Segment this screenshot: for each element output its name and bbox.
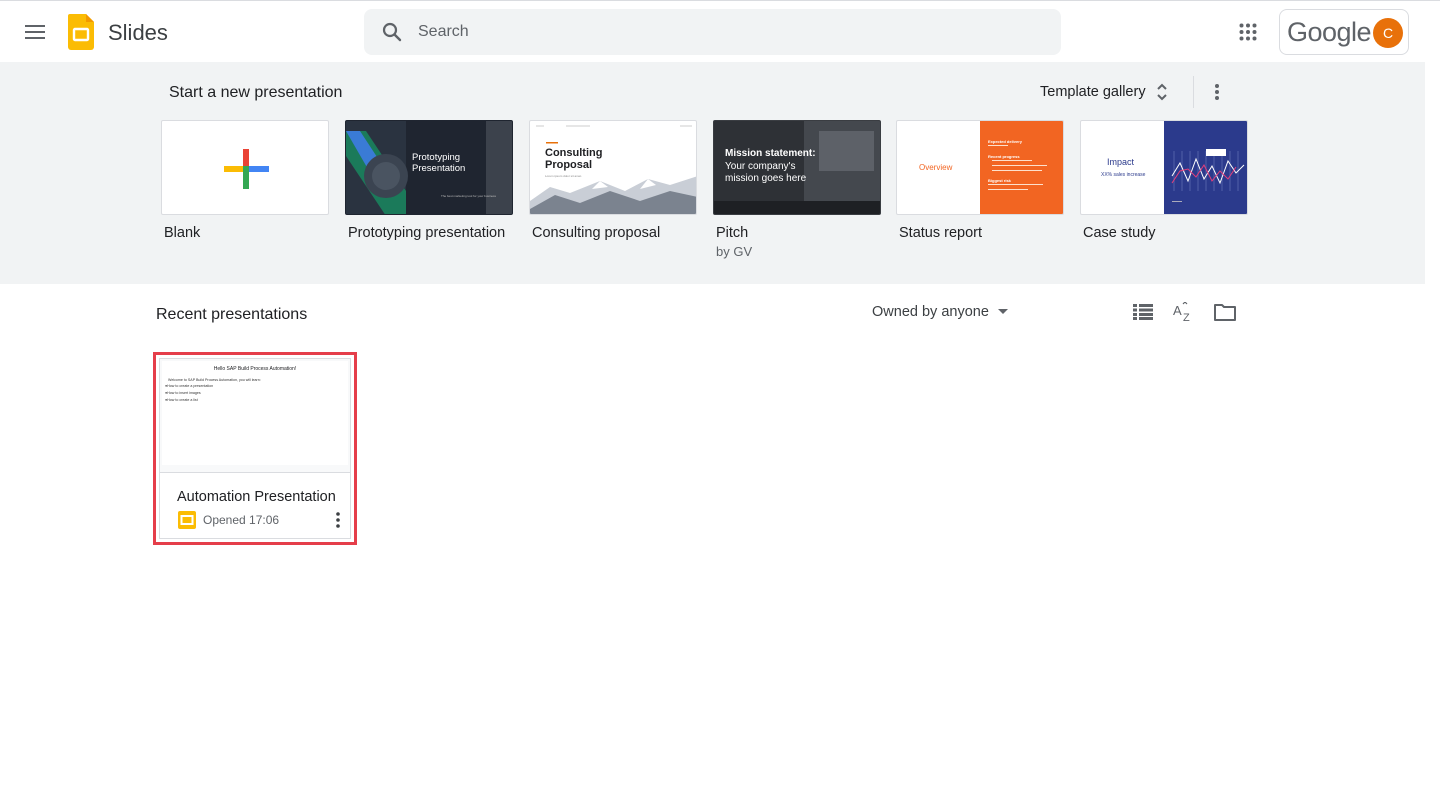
template-name: Pitch	[716, 225, 749, 241]
thumb-side-title: Expected delivery	[988, 139, 1023, 144]
placeholder-line	[988, 189, 1028, 190]
sort-button[interactable]: A Z	[1168, 296, 1200, 328]
dropdown-arrow-icon	[997, 309, 1008, 314]
thumb-caption: XX% sales increase	[1101, 172, 1146, 178]
template-name: Case study	[1083, 225, 1156, 241]
document-card-inner: Hello SAP Build Process Automation! Welc…	[159, 358, 351, 539]
svg-text:Z: Z	[1183, 312, 1190, 322]
plus-icon	[224, 149, 269, 189]
document-slide-preview: Hello SAP Build Process Automation! Welc…	[162, 361, 348, 465]
placeholder-line	[988, 184, 1043, 185]
document-opened-time: Opened 17:06	[203, 513, 280, 527]
placeholder-line	[992, 160, 1032, 161]
thumb-side-line: Biggest risk	[988, 178, 1011, 183]
thumb-title: Overview	[919, 163, 953, 172]
template-thumbnail[interactable]: Mission statement: Your company's missio…	[713, 120, 881, 215]
template-thumbnail[interactable]	[161, 120, 329, 215]
recent-document-card[interactable]: Hello SAP Build Process Automation! Welc…	[153, 352, 357, 545]
avatar[interactable]: C	[1373, 18, 1403, 48]
recent-section-title: Recent presentations	[156, 306, 308, 323]
template-name: Blank	[164, 225, 201, 241]
list-view-button[interactable]	[1127, 296, 1159, 328]
document-thumbnail[interactable]: Hello SAP Build Process Automation! Welc…	[160, 359, 350, 473]
hamburger-menu-icon	[25, 25, 45, 39]
svg-text:A: A	[1173, 303, 1182, 318]
placeholder-line	[988, 145, 1008, 146]
apps-grid-icon	[1239, 23, 1257, 41]
sort-by-alpha-icon: A Z	[1173, 302, 1190, 322]
slide-title: Hello SAP Build Process Automation!	[213, 366, 297, 372]
thumb-title: Consulting Proposal	[545, 147, 603, 171]
main-menu-button[interactable]	[18, 15, 52, 49]
placeholder-line	[992, 165, 1047, 166]
template-thumbnail[interactable]: Impact XX% sales increase	[1080, 120, 1248, 215]
thumb-title: Prototyping Presentation	[412, 152, 466, 174]
document-more-options-button[interactable]	[328, 509, 348, 531]
template-blank[interactable]: Blank	[161, 120, 329, 241]
list-view-icon	[1133, 304, 1153, 320]
orange-panel: Expected delivery Recent progress Bigges…	[980, 121, 1063, 214]
unfold-icon	[1156, 83, 1167, 101]
template-case-study[interactable]: Impact XX% sales increase Case study	[1080, 120, 1248, 241]
template-status-report[interactable]: Expected delivery Recent progress Bigges…	[896, 120, 1064, 241]
slides-file-icon	[178, 511, 196, 529]
google-wordmark: Google	[1287, 17, 1372, 47]
slide-intro: Welcome to SAP Build Process Automation,…	[168, 378, 261, 382]
template-thumbnail[interactable]: Expected delivery Recent progress Bigges…	[896, 120, 1064, 215]
search-icon[interactable]	[380, 20, 404, 44]
template-thumbnail[interactable]: Consulting Proposal Lorem ipsum dolor si…	[529, 120, 697, 215]
thumb-caption: The best marketing tool for your busines…	[441, 194, 497, 198]
template-thumbnail[interactable]: Prototyping Presentation The best market…	[345, 120, 513, 215]
slides-logo-icon[interactable]	[68, 14, 94, 50]
placeholder-line	[992, 170, 1042, 171]
top-bar: Slides Google C	[0, 0, 1440, 62]
owner-filter-label: Owned by anyone	[872, 304, 989, 320]
app-name[interactable]: Slides	[108, 20, 168, 46]
template-gallery-button[interactable]: Template gallery	[1032, 74, 1176, 110]
template-author: by GV	[716, 244, 753, 259]
google-account-button[interactable]: Google C	[1279, 9, 1409, 55]
template-section: Start a new presentation Template galler…	[0, 62, 1425, 284]
template-more-options-button[interactable]	[1203, 78, 1231, 106]
navy-panel	[1164, 121, 1247, 214]
thumb-title: Impact	[1107, 157, 1135, 167]
template-section-title: Start a new presentation	[169, 84, 343, 101]
slide-bullet: ●How to insert images	[165, 391, 201, 395]
template-name: Consulting proposal	[532, 225, 661, 241]
search-bar[interactable]	[364, 9, 1061, 55]
template-name: Status report	[899, 225, 983, 241]
template-name: Prototyping presentation	[348, 225, 506, 241]
folder-icon	[1214, 304, 1236, 321]
slide-bullet: ●How to create a presentation	[165, 384, 214, 388]
search-input[interactable]	[418, 9, 1038, 55]
more-vert-icon	[1215, 84, 1219, 100]
thumb-caption: Lorem ipsum dolor sit amet.	[545, 174, 583, 178]
template-pitch[interactable]: Mission statement: Your company's missio…	[713, 120, 881, 259]
slide-bullet: ●How to create a list	[165, 398, 198, 402]
document-title[interactable]: Automation Presentation	[177, 489, 336, 505]
line-chart-art	[1171, 149, 1245, 202]
divider	[1193, 76, 1194, 108]
open-file-picker-button[interactable]	[1209, 296, 1241, 328]
thumb-side-line: Recent progress	[988, 154, 1020, 159]
owner-filter-dropdown[interactable]: Owned by anyone	[864, 296, 1021, 328]
thumb-body: Your company's mission goes here	[725, 161, 807, 184]
template-consulting-proposal[interactable]: Consulting Proposal Lorem ipsum dolor si…	[529, 120, 697, 241]
more-vert-icon	[336, 512, 340, 528]
google-apps-button[interactable]	[1232, 16, 1264, 48]
template-gallery-label: Template gallery	[1040, 84, 1146, 100]
template-prototyping[interactable]: Prototyping Presentation The best market…	[345, 120, 513, 241]
thumb-title: Mission statement:	[725, 148, 816, 159]
